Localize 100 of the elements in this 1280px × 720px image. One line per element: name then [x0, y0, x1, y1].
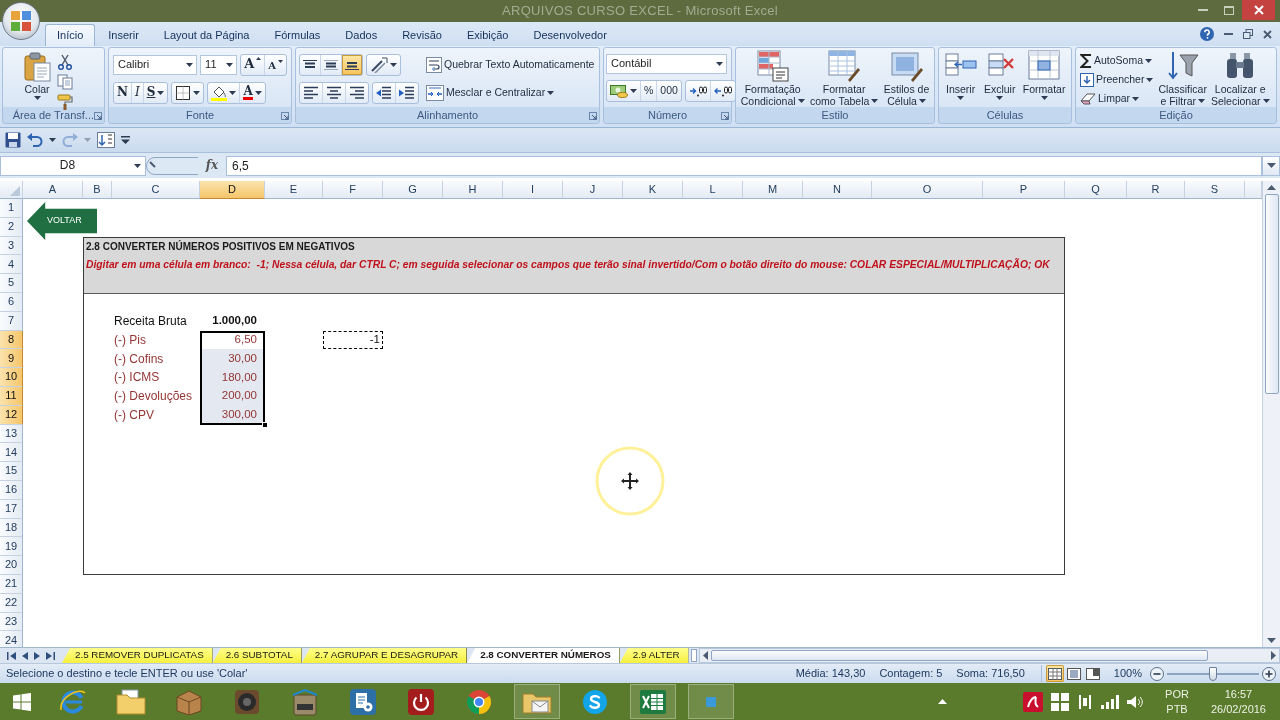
page-break-view-button[interactable]	[1083, 665, 1102, 682]
formula-field[interactable]: 6,5	[226, 155, 1262, 176]
align-bottom-button[interactable]	[341, 55, 362, 75]
vertical-scrollbar[interactable]	[1262, 181, 1280, 647]
first-sheet-icon[interactable]	[7, 651, 16, 660]
zoom-in-icon[interactable]	[1262, 666, 1276, 681]
close-icon[interactable]	[1263, 29, 1272, 39]
row-header[interactable]: 15	[0, 462, 23, 481]
swoosh-logo-icon[interactable]	[1023, 691, 1044, 712]
scroll-right-icon[interactable]	[1271, 651, 1276, 660]
delete-cells-button[interactable]: Excluir	[981, 50, 1018, 100]
maximize-icon[interactable]	[1224, 5, 1234, 15]
ribbon-tab[interactable]: Início	[45, 24, 96, 46]
sheet-tab[interactable]: 2.8 CONVERTER NÚMEROS	[467, 648, 620, 663]
row-header[interactable]: 1	[0, 199, 23, 218]
window-panes-icon[interactable]	[1051, 692, 1070, 711]
column-header[interactable]: S	[1185, 181, 1245, 199]
format-as-table-button[interactable]: Formatar como Tabela	[808, 50, 881, 107]
row-header[interactable]: 20	[0, 556, 23, 575]
column-header[interactable]: C	[112, 181, 200, 199]
column-header[interactable]: K	[623, 181, 683, 199]
back-arrow-button[interactable]: VOLTAR	[27, 202, 97, 240]
scrollbar-thumb[interactable]	[1264, 194, 1279, 394]
font-name-field[interactable]: Calibri	[113, 55, 198, 75]
tab-split-handle[interactable]	[690, 649, 697, 662]
orientation-button[interactable]	[366, 54, 401, 76]
column-header[interactable]: E	[265, 181, 323, 199]
value-cell[interactable]: 30,00	[200, 349, 265, 369]
column-header[interactable]: L	[683, 181, 743, 199]
insert-function-button[interactable]: fx	[200, 158, 224, 173]
scrollbar-thumb[interactable]	[710, 650, 1208, 661]
sort-icon[interactable]	[97, 132, 115, 148]
row-header[interactable]: 24	[0, 631, 23, 647]
dialog-launcher-icon[interactable]	[281, 111, 289, 120]
chevron-up-icon[interactable]	[938, 699, 948, 704]
input-language[interactable]: POR	[1165, 686, 1189, 702]
percent-button[interactable]: %	[640, 81, 657, 101]
scroll-up-icon[interactable]	[1267, 185, 1276, 190]
italic-button[interactable]: I	[130, 83, 143, 103]
insert-cells-button[interactable]: Inserir	[942, 50, 979, 100]
zoom-slider-thumb[interactable]	[1209, 666, 1217, 681]
cell-styles-button[interactable]: Estilos de Célula	[881, 50, 932, 107]
expand-button[interactable]	[1262, 155, 1280, 176]
zoom-out-icon[interactable]	[1150, 666, 1164, 681]
scroll-left-icon[interactable]	[702, 651, 708, 660]
customize-icon[interactable]	[121, 136, 130, 144]
ribbon-tab[interactable]: Fórmulas	[262, 24, 333, 46]
column-header[interactable]: P	[983, 181, 1065, 199]
column-header[interactable]: A	[23, 181, 83, 199]
borders-button[interactable]	[171, 82, 205, 104]
dialog-launcher-icon[interactable]	[721, 111, 729, 120]
copied-cell[interactable]: -1	[323, 330, 383, 350]
keyboard-layout[interactable]: PTB	[1166, 701, 1188, 717]
help-icon[interactable]	[1200, 27, 1214, 41]
row-header[interactable]: 19	[0, 537, 23, 557]
restore-icon[interactable]	[1243, 29, 1253, 39]
scissors-icon[interactable]	[57, 54, 73, 70]
sheet-tab[interactable]: 2.6 SUBTOTAL	[212, 648, 302, 663]
ribbon-tab[interactable]: Revisão	[390, 24, 454, 46]
column-header[interactable]: R	[1127, 181, 1185, 199]
column-header[interactable]: G	[383, 181, 443, 199]
column-header[interactable]: D	[200, 181, 265, 199]
row-header[interactable]: 10	[0, 368, 23, 387]
decrease-decimal-button[interactable]	[709, 81, 735, 101]
scroll-down-icon[interactable]	[1267, 638, 1276, 643]
sheet-tab[interactable]: 2.5 REMOVER DUPLICATAS	[62, 648, 213, 663]
shrink-font-button[interactable]: A	[264, 55, 286, 75]
taskbar-button[interactable]	[514, 684, 560, 719]
find-select-button[interactable]: Localizar e Selecionar	[1208, 50, 1272, 107]
row-header[interactable]: 9	[0, 349, 23, 369]
sheet-tab[interactable]: 2.7 AGRUPAR E DESAGRUPAR	[301, 648, 468, 663]
office-button[interactable]	[2, 2, 40, 40]
format-cells-button[interactable]: Formatar	[1020, 50, 1068, 100]
value-cell[interactable]: 1.000,00	[200, 311, 265, 331]
taskbar-button[interactable]	[630, 684, 676, 719]
next-sheet-icon[interactable]	[34, 651, 40, 660]
zoom-level[interactable]: 100%	[1113, 666, 1142, 681]
ribbon-tab[interactable]: Inserir	[96, 24, 151, 46]
ribbon-tab[interactable]: Exibição	[454, 24, 521, 46]
number-format-field[interactable]: Contábil	[606, 54, 727, 74]
column-header[interactable]: F	[323, 181, 383, 199]
thousands-button[interactable]: 000	[656, 81, 681, 101]
last-sheet-icon[interactable]	[46, 651, 55, 660]
previous-sheet-icon[interactable]	[22, 651, 28, 660]
resize-handle-icon[interactable]	[146, 156, 198, 175]
volume-icon[interactable]	[1127, 694, 1144, 709]
horizontal-scrollbar[interactable]	[698, 648, 1280, 663]
column-header[interactable]: I	[503, 181, 563, 199]
bold-button[interactable]: N	[114, 83, 131, 103]
column-header[interactable]: Q	[1065, 181, 1127, 199]
paste-button[interactable]: Colar	[21, 52, 53, 100]
undo-icon[interactable]	[27, 133, 43, 147]
device-icon[interactable]	[1077, 693, 1094, 710]
ribbon-tab[interactable]: Layout da Página	[151, 24, 262, 46]
value-cell[interactable]: 180,00	[200, 368, 265, 387]
ribbon-tab[interactable]: Desenvolvedor	[521, 24, 619, 46]
dialog-launcher-icon[interactable]	[94, 111, 102, 120]
page-layout-view-button[interactable]	[1064, 665, 1083, 682]
dialog-launcher-icon[interactable]	[589, 111, 597, 120]
save-icon[interactable]	[5, 132, 21, 148]
